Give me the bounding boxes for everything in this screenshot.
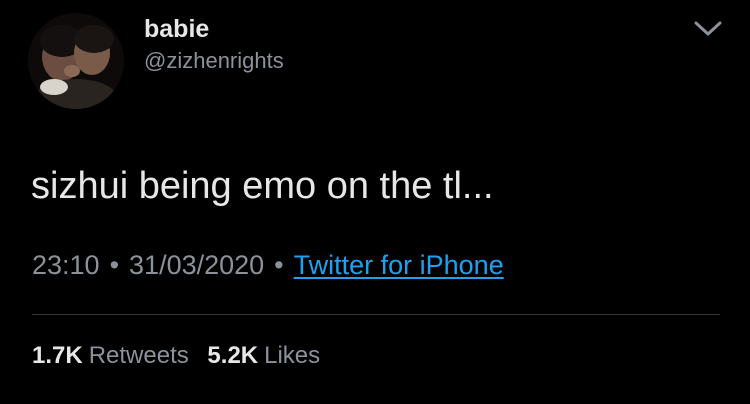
chevron-down-icon[interactable] (692, 18, 724, 40)
author-display-name[interactable]: babie (144, 14, 209, 44)
retweets-stat[interactable]: 1.7K Retweets (32, 342, 189, 369)
likes-label: Likes (264, 342, 321, 369)
tweet-time: 23:10 (32, 250, 100, 280)
likes-stat[interactable]: 5.2K Likes (207, 342, 320, 369)
retweets-label: Retweets (88, 342, 189, 369)
tweet-stats: 1.7K Retweets 5.2K Likes (32, 341, 320, 371)
tweet-source-link[interactable]: Twitter for iPhone (294, 250, 504, 280)
meta-separator: • (109, 250, 120, 280)
avatar[interactable] (28, 13, 124, 109)
author-handle[interactable]: @zizhenrights (144, 47, 284, 75)
tweet-date: 31/03/2020 (129, 250, 265, 280)
meta-separator: • (274, 250, 284, 280)
tweet-text: sizhui being emo on the tl... (31, 165, 494, 207)
likes-count: 5.2K (207, 342, 259, 369)
retweets-count: 1.7K (32, 342, 83, 369)
divider (32, 314, 720, 315)
avatar-photo (28, 13, 124, 109)
tweet-meta: 23:10 • 31/03/2020 • Twitter for iPhone (32, 248, 504, 282)
